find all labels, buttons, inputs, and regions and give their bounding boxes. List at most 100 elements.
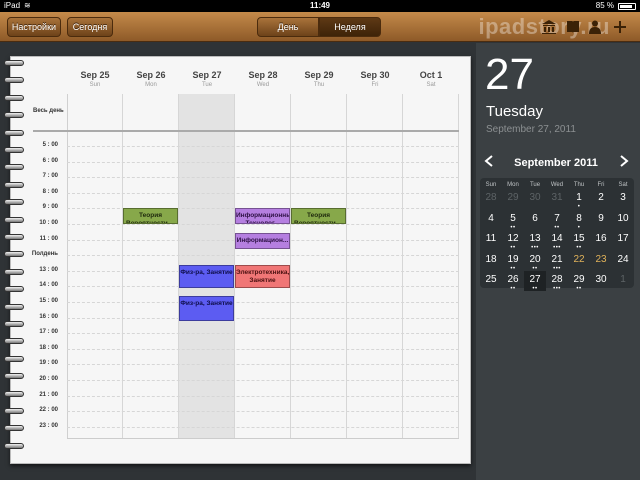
hour-label: 13 : 00 — [39, 266, 58, 273]
mini-calendar-weekday: Sun — [485, 182, 497, 188]
hour-line — [67, 317, 459, 319]
calendar-event[interactable]: Электротехника, Занятие — [235, 264, 290, 288]
mini-calendar-day[interactable]: 30 — [590, 271, 612, 291]
hour-label: 10 : 00 — [39, 220, 58, 226]
settings-button[interactable]: Настройки — [7, 17, 61, 37]
mini-calendar-day[interactable]: 3 — [612, 189, 634, 209]
event-dots-icon: • — [577, 224, 581, 231]
hour-line — [67, 224, 459, 225]
mini-calendar-day[interactable]: 29 •• — [568, 271, 590, 292]
mini-calendar-day-number: 10 — [617, 212, 629, 224]
binder-ring — [4, 338, 24, 345]
mini-calendar-day[interactable]: 4 — [480, 210, 502, 230]
mini-calendar-day[interactable]: 1 — [612, 271, 634, 291]
day-header[interactable]: Sep 29 Thu — [291, 70, 347, 88]
day-header[interactable]: Sep 28 Wed — [235, 70, 291, 88]
mini-calendar-day[interactable]: 9 — [590, 210, 612, 230]
mini-calendar-day[interactable]: 21 ••• — [546, 251, 568, 272]
mini-calendar-day[interactable]: 28 ••• — [546, 271, 568, 292]
binder-ring — [4, 234, 24, 240]
hour-label: 8 : 00 — [42, 188, 58, 195]
calendar-event[interactable]: Физ-ра, Занятие — [179, 264, 234, 288]
prev-month-icon[interactable] — [484, 155, 494, 170]
mini-calendar-day[interactable]: 29 — [502, 189, 524, 209]
mini-calendar-day[interactable]: 26 •• — [502, 271, 524, 292]
mini-calendar-weekday: Wed — [550, 182, 564, 188]
mini-calendar-day-number: 4 — [488, 212, 494, 224]
mini-calendar-day-number: 16 — [595, 233, 607, 244]
selected-weekday: Tuesday — [486, 103, 543, 120]
mini-calendar-day[interactable]: 11 — [480, 230, 502, 250]
mini-calendar-day[interactable]: 30 — [524, 189, 546, 209]
mini-calendar-day[interactable]: 2 — [590, 189, 612, 209]
event-dots-icon: ••• — [531, 245, 539, 251]
person-icon[interactable] — [587, 19, 603, 35]
mini-calendar-day-number: 25 — [485, 274, 497, 285]
day-header[interactable]: Sep 25 Sun — [67, 70, 123, 88]
event-dots-icon: ••• — [553, 286, 561, 292]
mini-calendar-day-number: 20 — [529, 253, 541, 265]
mini-calendar-day-number: 6 — [532, 212, 538, 224]
binder-ring — [4, 408, 24, 414]
mini-calendar-day[interactable]: 20 •• — [524, 251, 546, 272]
mini-calendar-day-number: 5 — [510, 212, 516, 224]
mini-calendar-day[interactable]: 23 — [590, 251, 612, 271]
calendar-event[interactable]: Теория Вероятности,... — [123, 208, 178, 224]
mini-calendar-day-number: 7 — [554, 212, 560, 224]
mini-calendar-day[interactable]: 13 ••• — [524, 230, 546, 251]
mini-calendar-day[interactable]: 28 — [480, 189, 502, 209]
binder-ring — [4, 390, 24, 397]
day-header-date: Sep 28 — [248, 70, 278, 80]
calendar-event[interactable]: Теория Вероятности,... — [291, 208, 346, 224]
mini-calendar-day[interactable]: 27 •• — [524, 271, 546, 292]
binder-ring — [4, 251, 24, 258]
binder-ring — [4, 129, 24, 136]
day-header[interactable]: Sep 27 Tue — [179, 70, 235, 88]
bank-icon[interactable] — [541, 19, 557, 35]
mini-calendar-weekday: Sat — [618, 182, 628, 188]
mini-calendar-day[interactable]: 31 — [546, 189, 568, 209]
day-header[interactable]: Sep 26 Mon — [123, 70, 179, 88]
event-dots-icon: •• — [576, 286, 582, 292]
hour-line — [67, 177, 459, 179]
add-event-icon[interactable] — [612, 19, 628, 35]
mini-calendar-day[interactable]: 16 — [590, 230, 612, 250]
binder-ring — [4, 321, 24, 327]
binder-ring — [4, 355, 24, 362]
day-header-weekday: Fri — [371, 82, 379, 88]
mini-calendar-day[interactable]: 14 ••• — [546, 230, 568, 251]
mini-calendar-day[interactable]: 1 • — [568, 189, 590, 210]
hour-label: 19 : 00 — [39, 360, 58, 367]
calendar-event[interactable]: Информацион... — [235, 233, 290, 249]
mini-calendar-day[interactable]: 19 •• — [502, 251, 524, 272]
next-month-icon[interactable] — [619, 155, 629, 170]
mini-calendar-day[interactable]: 25 — [480, 271, 502, 291]
mini-calendar-day[interactable]: 10 — [612, 210, 634, 230]
today-button[interactable]: Сегодня — [67, 17, 113, 37]
book-icon[interactable] — [565, 19, 581, 35]
hour-label: 16 : 00 — [39, 313, 58, 320]
hour-line — [67, 411, 459, 413]
day-view-tab[interactable]: День — [257, 17, 319, 37]
mini-calendar-day[interactable]: 8 • — [568, 210, 590, 231]
binder-ring — [4, 216, 24, 223]
day-header[interactable]: Sep 30 Fri — [347, 70, 403, 88]
mini-calendar-day[interactable]: 12 •• — [502, 230, 524, 251]
mini-calendar-day[interactable]: 22 — [568, 251, 590, 271]
mini-calendar-day[interactable]: 18 — [480, 251, 502, 271]
mini-calendar-day[interactable]: 17 — [612, 230, 634, 250]
hour-label: 6 : 00 — [42, 157, 58, 164]
mini-calendar-day[interactable]: 7 •• — [546, 210, 568, 231]
mini-calendar-day-number: 1 — [576, 192, 582, 203]
week-view-tab[interactable]: Неделя — [319, 17, 381, 37]
mini-calendar-day[interactable]: 24 — [612, 251, 634, 271]
mini-calendar-day[interactable]: 6 — [524, 210, 546, 230]
mini-calendar-day[interactable]: 15 •• — [568, 230, 590, 251]
calendar-event[interactable]: Информационные Технолог... — [235, 208, 290, 224]
day-header-date: Sep 29 — [304, 70, 334, 80]
hour-label: 23 : 00 — [39, 422, 58, 429]
hour-label: 11 : 00 — [39, 235, 58, 242]
calendar-event[interactable]: Физ-ра, Занятие — [179, 295, 234, 321]
day-header[interactable]: Oct 1 Sat — [403, 70, 459, 88]
mini-calendar-day[interactable]: 5 •• — [502, 210, 524, 231]
